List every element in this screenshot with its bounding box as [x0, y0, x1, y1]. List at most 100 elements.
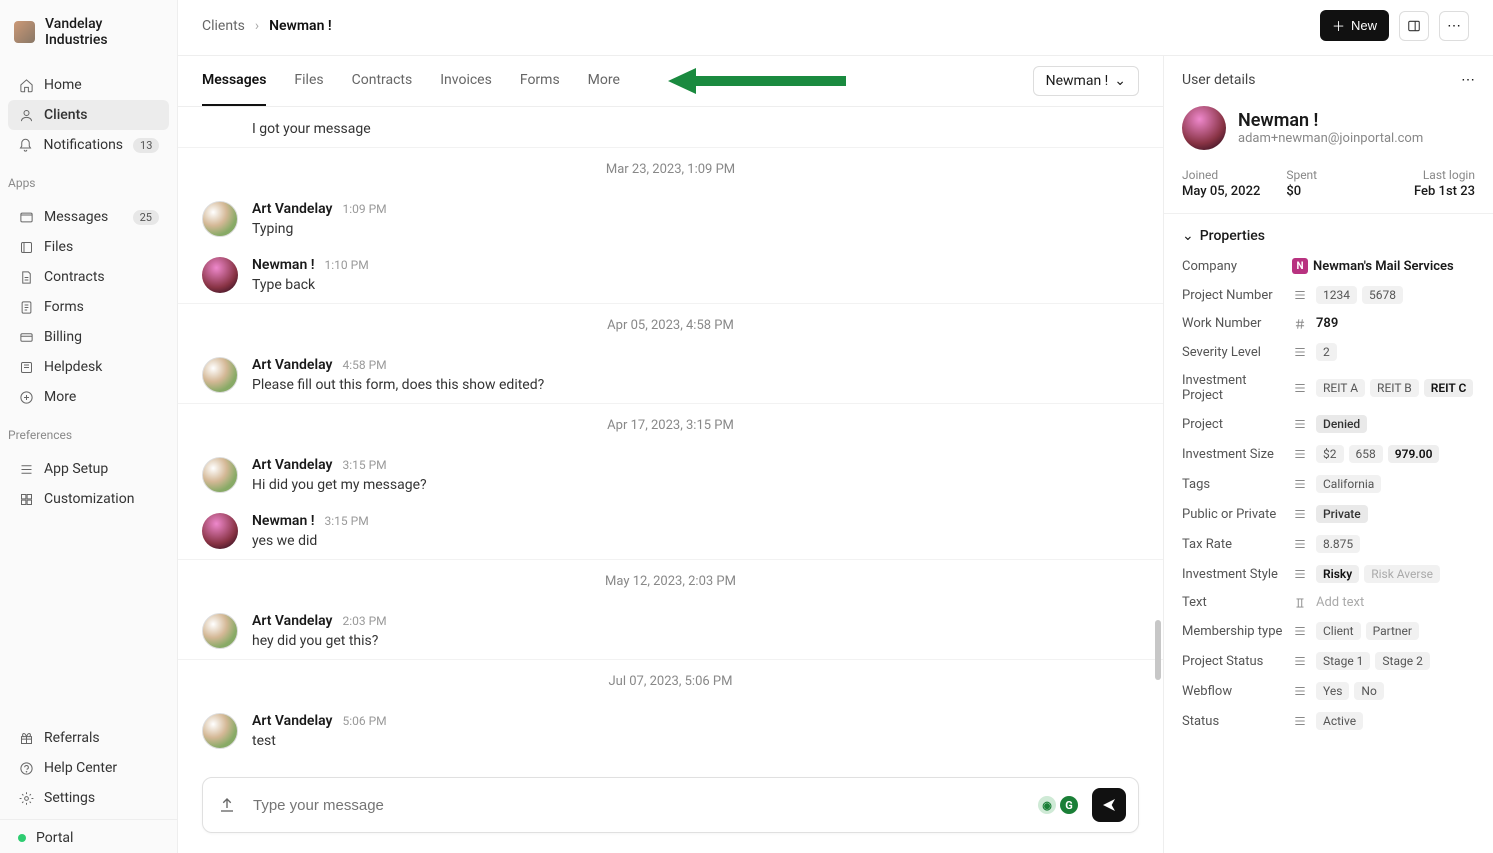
property-row-project-number[interactable]: Project Number12345678: [1164, 280, 1493, 310]
send-button[interactable]: [1092, 788, 1126, 822]
tag-pill[interactable]: Yes: [1316, 682, 1349, 700]
property-row-text[interactable]: Text Add text: [1164, 589, 1493, 616]
scrollbar-thumb[interactable]: [1155, 620, 1161, 680]
avatar: [202, 613, 238, 649]
tag-pill[interactable]: 8.875: [1316, 535, 1360, 553]
tag-pill[interactable]: Partner: [1366, 622, 1419, 640]
client-dropdown-label: Newman !: [1046, 73, 1109, 89]
new-button-label: New: [1351, 18, 1377, 33]
tag-pill[interactable]: 2: [1316, 343, 1337, 361]
tag-pill[interactable]: 5678: [1362, 286, 1403, 304]
sidebar-item-contracts[interactable]: Contracts: [8, 262, 169, 292]
property-values: Add text: [1316, 595, 1475, 610]
tab-messages[interactable]: Messages: [202, 56, 266, 106]
tag-pill[interactable]: REIT A: [1316, 379, 1365, 397]
gift-icon: [18, 730, 34, 746]
prefs-label: Preferences: [0, 418, 177, 448]
sidebar-item-home[interactable]: Home: [8, 70, 169, 100]
property-label: Project: [1182, 417, 1284, 432]
chevron-down-icon: ⌄: [1114, 73, 1126, 89]
tag-pill[interactable]: REIT C: [1424, 379, 1474, 397]
tag-pill[interactable]: 658: [1349, 445, 1383, 463]
tag-pill[interactable]: Active: [1316, 712, 1363, 730]
tag-pill[interactable]: Private: [1316, 505, 1368, 523]
grammarly-icon[interactable]: ◉: [1038, 796, 1056, 814]
new-button[interactable]: ＋ New: [1320, 10, 1389, 41]
property-row-project-status[interactable]: Project StatusStage 1Stage 2: [1164, 646, 1493, 676]
property-row-membership-type[interactable]: Membership typeClientPartner: [1164, 616, 1493, 646]
property-label: Text: [1182, 595, 1284, 610]
details-more-button[interactable]: ⋯: [1461, 72, 1475, 88]
sidebar-item-customization[interactable]: Customization: [8, 484, 169, 514]
message-text: Type back: [252, 277, 1139, 293]
tag-pill[interactable]: Stage 1: [1316, 652, 1370, 670]
tag-pill[interactable]: 979.00: [1388, 445, 1440, 463]
billing-icon: [18, 329, 34, 345]
property-values: Denied: [1316, 415, 1475, 433]
tag-pill[interactable]: Denied: [1316, 415, 1367, 433]
list-icon: [1292, 288, 1308, 302]
sidebar-footer-referrals[interactable]: Referrals: [0, 723, 177, 753]
breadcrumb-root[interactable]: Clients: [202, 18, 245, 34]
message-row: Art Vandelay2:03 PMhey did you get this?: [178, 603, 1163, 659]
list-icon: [1292, 567, 1308, 581]
avatar: [202, 201, 238, 237]
tag-pill[interactable]: No: [1354, 682, 1383, 700]
sidebar-item-messages[interactable]: Messages25: [8, 202, 169, 232]
tag-pill[interactable]: 1234: [1316, 286, 1357, 304]
user-email: adam+newman@joinportal.com: [1238, 131, 1423, 146]
message-time: 1:10 PM: [325, 258, 369, 272]
grammarly-badge-icon[interactable]: G: [1060, 796, 1078, 814]
toggle-panel-button[interactable]: [1399, 11, 1429, 41]
property-values: Stage 1 Stage 2: [1316, 652, 1475, 670]
property-row-project[interactable]: Project Denied: [1164, 409, 1493, 439]
sidebar-item-forms[interactable]: Forms: [8, 292, 169, 322]
sidebar-item-billing[interactable]: Billing: [8, 322, 169, 352]
messages-list[interactable]: I got your messageMar 23, 2023, 1:09 PMA…: [178, 107, 1163, 765]
sidebar-item-helpdesk[interactable]: Helpdesk: [8, 352, 169, 382]
tag-pill[interactable]: Stage 2: [1375, 652, 1429, 670]
tag-pill[interactable]: Client: [1316, 622, 1361, 640]
more-button[interactable]: ⋯: [1439, 11, 1469, 41]
tag-pill[interactable]: California: [1316, 475, 1381, 493]
tag-pill[interactable]: REIT B: [1370, 379, 1419, 397]
property-row-company[interactable]: CompanyNNewman's Mail Services: [1164, 252, 1493, 280]
tab-more[interactable]: More: [588, 56, 620, 106]
property-row-webflow[interactable]: WebflowYesNo: [1164, 676, 1493, 706]
message-row: Art Vandelay4:58 PMPlease fill out this …: [178, 347, 1163, 403]
sidebar-footer-help-center[interactable]: Help Center: [0, 753, 177, 783]
tab-forms[interactable]: Forms: [520, 56, 560, 106]
property-row-work-number[interactable]: Work Number789: [1164, 310, 1493, 337]
upload-button[interactable]: [215, 793, 239, 817]
properties-toggle[interactable]: ⌄ Properties: [1164, 214, 1493, 252]
tag-pill[interactable]: Risk Averse: [1364, 565, 1440, 583]
property-row-investment-style[interactable]: Investment StyleRiskyRisk Averse: [1164, 559, 1493, 589]
property-row-status[interactable]: StatusActive: [1164, 706, 1493, 736]
tab-files[interactable]: Files: [294, 56, 323, 106]
property-values: 8.875: [1316, 535, 1475, 553]
property-row-tax-rate[interactable]: Tax Rate8.875: [1164, 529, 1493, 559]
property-row-public-or-private[interactable]: Public or PrivatePrivate: [1164, 499, 1493, 529]
property-row-investment-size[interactable]: Investment Size$2658979.00: [1164, 439, 1493, 469]
sidebar-footer-settings[interactable]: Settings: [0, 783, 177, 813]
sidebar-item-app-setup[interactable]: App Setup: [8, 454, 169, 484]
sidebar-portal[interactable]: Portal: [0, 819, 177, 853]
sidebar-item-label: App Setup: [44, 461, 108, 477]
message-input[interactable]: [253, 797, 1024, 814]
sidebar-item-clients[interactable]: Clients: [8, 100, 169, 130]
sidebar-item-more[interactable]: More: [8, 382, 169, 412]
tag-pill[interactable]: $2: [1316, 445, 1344, 463]
scrollbar[interactable]: [1153, 107, 1161, 765]
tag-pill[interactable]: Risky: [1316, 565, 1359, 583]
property-row-investment-project[interactable]: Investment ProjectREIT AREIT BREIT C: [1164, 367, 1493, 409]
sidebar-item-notifications[interactable]: Notifications13: [8, 130, 169, 160]
client-dropdown[interactable]: Newman ! ⌄: [1033, 66, 1139, 96]
property-row-severity-level[interactable]: Severity Level2: [1164, 337, 1493, 367]
property-row-tags[interactable]: TagsCalifornia: [1164, 469, 1493, 499]
property-placeholder: Add text: [1316, 595, 1364, 610]
property-values: California: [1316, 475, 1475, 493]
brand[interactable]: Vandelay Industries: [0, 0, 177, 64]
sidebar-item-files[interactable]: Files: [8, 232, 169, 262]
tab-invoices[interactable]: Invoices: [440, 56, 492, 106]
tab-contracts[interactable]: Contracts: [352, 56, 413, 106]
